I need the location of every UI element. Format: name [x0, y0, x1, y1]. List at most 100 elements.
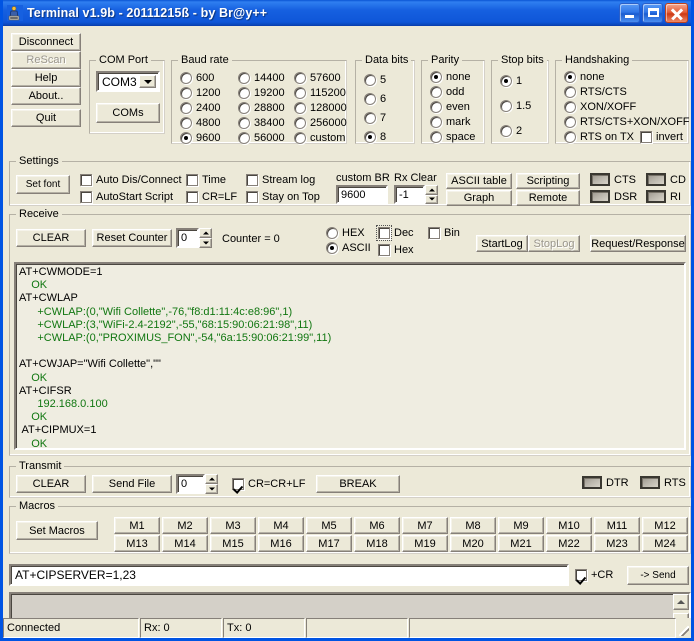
stop-bits-1[interactable]: 1 [500, 75, 522, 87]
cr-lf-checkbox[interactable]: CR=LF [186, 191, 237, 203]
parity-even[interactable]: even [430, 101, 470, 113]
parity-none[interactable]: none [430, 71, 470, 83]
help-button[interactable]: Help [11, 69, 81, 87]
handshake-xon-xoff[interactable]: XON/XOFF [564, 101, 636, 113]
receive-dec-checkbox[interactable]: Dec [376, 225, 414, 241]
macro-m21[interactable]: M21 [498, 535, 544, 552]
baud-38400[interactable]: 38400 [238, 117, 285, 129]
macro-m18[interactable]: M18 [354, 535, 400, 552]
macro-m14[interactable]: M14 [162, 535, 208, 552]
about-button[interactable]: About.. [11, 87, 81, 105]
com-port-select[interactable]: COM3 [96, 71, 160, 92]
coms-button[interactable]: COMs [96, 103, 160, 123]
send-input[interactable]: AT+CIPSERVER=1,23 [9, 564, 569, 586]
data-bits-7[interactable]: 7 [364, 112, 386, 124]
rx-clear-arrows[interactable] [425, 185, 438, 204]
parity-space[interactable]: space [430, 131, 475, 143]
macro-m7[interactable]: M7 [402, 517, 448, 534]
quit-button[interactable]: Quit [11, 109, 81, 127]
auto-dis-connect-checkbox[interactable]: Auto Dis/Connect [80, 174, 182, 186]
macro-m17[interactable]: M17 [306, 535, 352, 552]
handshake-rts-cts[interactable]: RTS/CTS [564, 86, 627, 98]
counter-arrows[interactable] [199, 228, 212, 248]
set-font-button[interactable]: Set font [16, 175, 70, 194]
reset-counter-button[interactable]: Reset Counter [92, 229, 172, 247]
custom-br-input[interactable]: 9600 [336, 185, 388, 204]
data-bits-8[interactable]: 8 [364, 131, 386, 143]
stop-log-button[interactable]: StopLog [528, 235, 580, 252]
receive-counter-stepper[interactable]: 0 [176, 228, 212, 248]
macro-m24[interactable]: M24 [642, 535, 688, 552]
macro-m5[interactable]: M5 [306, 517, 352, 534]
close-icon[interactable] [665, 2, 688, 23]
remote-button[interactable]: Remote [516, 190, 580, 206]
receive-mode-hex[interactable]: HEX [326, 227, 365, 239]
baud-128000[interactable]: 128000 [294, 102, 347, 114]
baud-14400[interactable]: 14400 [238, 72, 285, 84]
send-file-button[interactable]: Send File [92, 475, 172, 493]
macro-m20[interactable]: M20 [450, 535, 496, 552]
stream-log-checkbox[interactable]: Stream log [246, 174, 315, 186]
baud-9600[interactable]: 9600 [180, 132, 220, 144]
baud-256000[interactable]: 256000 [294, 117, 347, 129]
handshake-rts-cts-xon-xoff[interactable]: RTS/CTS+XON/XOFF [564, 116, 690, 128]
parity-mark[interactable]: mark [430, 116, 470, 128]
resize-grip-icon[interactable] [677, 624, 691, 638]
graph-button[interactable]: Graph [446, 190, 512, 206]
data-bits-6[interactable]: 6 [364, 93, 386, 105]
stepper-up-icon[interactable] [425, 185, 438, 195]
data-bits-5[interactable]: 5 [364, 74, 386, 86]
stepper-up-icon[interactable] [205, 474, 218, 484]
send-button[interactable]: -> Send [627, 566, 689, 585]
macro-m12[interactable]: M12 [642, 517, 688, 534]
rx-clear-stepper[interactable]: -1 [394, 185, 438, 204]
maximize-icon[interactable] [642, 2, 663, 23]
baud-56000[interactable]: 56000 [238, 132, 285, 144]
autostart-script-checkbox[interactable]: AutoStart Script [80, 191, 173, 203]
macro-m23[interactable]: M23 [594, 535, 640, 552]
stepper-down-icon[interactable] [199, 238, 212, 248]
disconnect-button[interactable]: Disconnect [11, 33, 81, 51]
baud-2400[interactable]: 2400 [180, 102, 220, 114]
macro-m1[interactable]: M1 [114, 517, 160, 534]
baud-19200[interactable]: 19200 [238, 87, 285, 99]
stop-bits-2[interactable]: 2 [500, 125, 522, 137]
break-button[interactable]: BREAK [316, 475, 400, 493]
stepper-up-icon[interactable] [199, 228, 212, 238]
baud-600[interactable]: 600 [180, 72, 214, 84]
macro-m19[interactable]: M19 [402, 535, 448, 552]
start-log-button[interactable]: StartLog [476, 235, 528, 252]
minimize-icon[interactable] [619, 2, 640, 23]
ascii-table-button[interactable]: ASCII table [446, 173, 512, 189]
scroll-up-icon[interactable] [673, 594, 689, 610]
set-macros-button[interactable]: Set Macros [16, 521, 98, 540]
chevron-down-icon[interactable] [139, 75, 156, 88]
macro-m9[interactable]: M9 [498, 517, 544, 534]
send-cr-checkbox[interactable]: +CR [575, 569, 613, 581]
macro-m15[interactable]: M15 [210, 535, 256, 552]
transmit-clear-button[interactable]: CLEAR [16, 475, 86, 493]
stop-bits-1-5[interactable]: 1.5 [500, 100, 531, 112]
baud-4800[interactable]: 4800 [180, 117, 220, 129]
terminal-output[interactable]: AT+CWMODE=1 OK AT+CWLAP +CWLAP:(0,"Wifi … [14, 262, 686, 450]
macro-m3[interactable]: M3 [210, 517, 256, 534]
delay-arrows[interactable] [205, 474, 218, 494]
macro-m16[interactable]: M16 [258, 535, 304, 552]
receive-clear-button[interactable]: CLEAR [16, 229, 86, 247]
baud-1200[interactable]: 1200 [180, 87, 220, 99]
time-checkbox[interactable]: Time [186, 174, 226, 186]
macro-m10[interactable]: M10 [546, 517, 592, 534]
handshake-rts-on-tx[interactable]: RTS on TX [564, 131, 634, 143]
handshake-none[interactable]: none [564, 71, 604, 83]
macro-m6[interactable]: M6 [354, 517, 400, 534]
scripting-button[interactable]: Scripting [516, 173, 580, 189]
handshake-invert-checkbox[interactable]: invert [640, 131, 683, 143]
macro-m2[interactable]: M2 [162, 517, 208, 534]
baud-57600[interactable]: 57600 [294, 72, 341, 84]
stepper-down-icon[interactable] [425, 194, 438, 204]
receive-hex-checkbox[interactable]: Hex [378, 244, 414, 256]
baud-28800[interactable]: 28800 [238, 102, 285, 114]
parity-odd[interactable]: odd [430, 86, 464, 98]
macro-m4[interactable]: M4 [258, 517, 304, 534]
request-response-button[interactable]: Request/Response [590, 235, 686, 252]
